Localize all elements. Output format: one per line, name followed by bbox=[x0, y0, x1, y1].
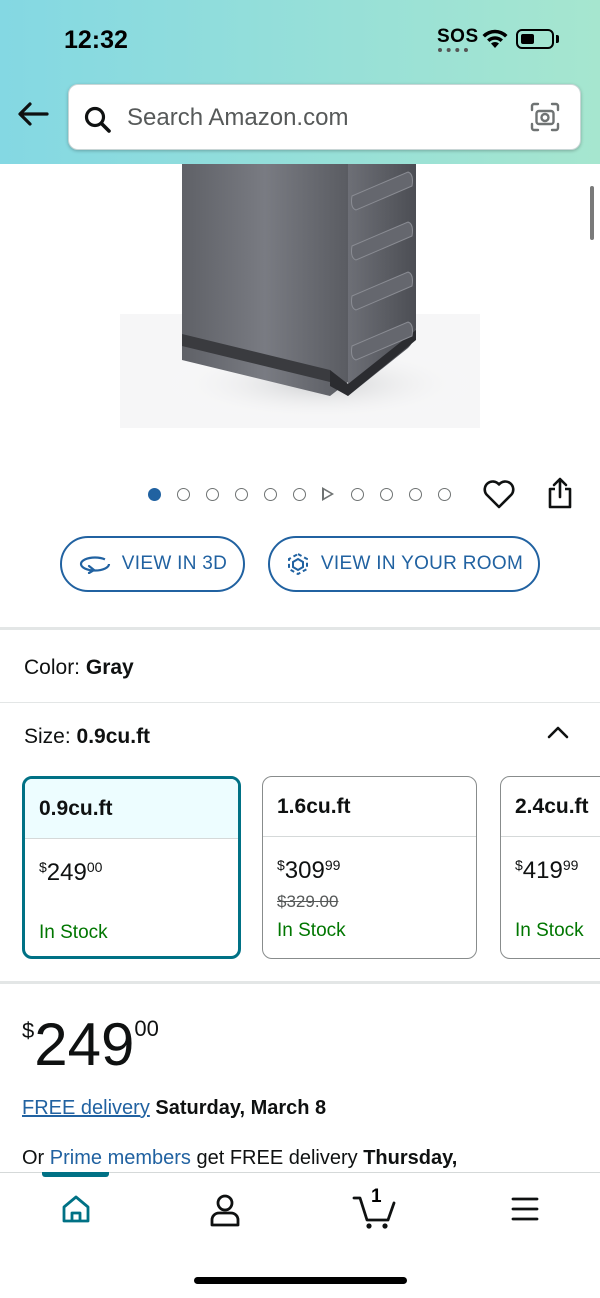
size-option-0-9cuft[interactable]: 0.9cu.ft $24900 In Stock bbox=[22, 776, 241, 959]
header: 12:32 SOS Search Amazon.com bbox=[0, 0, 600, 164]
carousel-dot[interactable] bbox=[148, 487, 161, 501]
view-in-3d-label: VIEW IN 3D bbox=[121, 553, 228, 574]
carousel-dot[interactable] bbox=[264, 487, 277, 501]
sos-dots bbox=[438, 48, 468, 52]
free-delivery-link[interactable]: FREE delivery bbox=[22, 1097, 150, 1119]
divider bbox=[0, 702, 600, 703]
image-carousel-dots[interactable] bbox=[148, 487, 467, 501]
stock-status: In Stock bbox=[277, 920, 346, 941]
size-selector-header[interactable]: Size: 0.9cu.ft bbox=[24, 725, 150, 749]
size-option-price: $30999 bbox=[277, 857, 341, 884]
carousel-dot[interactable] bbox=[351, 487, 364, 501]
carousel-dot[interactable] bbox=[177, 487, 190, 501]
search-icon bbox=[83, 105, 113, 140]
size-option-name: 2.4cu.ft bbox=[501, 777, 600, 837]
size-label: Size: bbox=[24, 725, 71, 748]
size-option-2-4cuft[interactable]: 2.4cu.ft $41999 In Stock bbox=[500, 776, 600, 959]
size-value: 0.9cu.ft bbox=[76, 725, 151, 748]
color-value: Gray bbox=[85, 656, 134, 679]
nav-active-indicator bbox=[42, 1172, 109, 1177]
color-selector: Color: Gray bbox=[24, 656, 134, 680]
product-image[interactable] bbox=[120, 164, 480, 428]
carousel-dot[interactable] bbox=[206, 487, 219, 501]
share-icon[interactable] bbox=[546, 476, 574, 515]
section-divider bbox=[0, 627, 600, 630]
view-in-your-room-label: VIEW IN YOUR ROOM bbox=[320, 553, 524, 574]
product-price: $24900 bbox=[22, 1011, 159, 1078]
home-indicator[interactable] bbox=[194, 1277, 407, 1284]
cart-count-badge: 1 bbox=[371, 1186, 382, 1207]
list-price: $329.00 bbox=[277, 892, 339, 911]
color-label: Color: bbox=[24, 656, 81, 679]
chevron-up-icon[interactable] bbox=[546, 724, 570, 745]
sos-indicator: SOS bbox=[437, 26, 479, 47]
size-option-price: $41999 bbox=[515, 857, 579, 884]
video-play-icon[interactable] bbox=[322, 487, 334, 501]
carousel-dot[interactable] bbox=[235, 487, 248, 501]
prime-delivery-info: Or Prime members get FREE delivery Thurs… bbox=[22, 1147, 458, 1169]
battery-icon bbox=[516, 29, 554, 49]
battery-tip bbox=[556, 35, 559, 43]
carousel-dot[interactable] bbox=[293, 487, 306, 501]
status-time: 12:32 bbox=[64, 26, 128, 54]
menu-icon[interactable] bbox=[510, 1192, 540, 1231]
stock-status: In Stock bbox=[39, 922, 108, 943]
size-option-name: 1.6cu.ft bbox=[263, 777, 476, 837]
carousel-dot[interactable] bbox=[438, 487, 451, 501]
size-option-1-6cuft[interactable]: 1.6cu.ft $30999 $329.00 In Stock bbox=[262, 776, 477, 959]
rotate-3d-icon bbox=[79, 556, 110, 574]
section-divider bbox=[0, 981, 600, 984]
ar-cube-icon bbox=[287, 552, 308, 576]
account-icon[interactable] bbox=[208, 1192, 242, 1233]
stock-status: In Stock bbox=[515, 920, 584, 941]
heart-icon[interactable] bbox=[482, 478, 516, 515]
back-arrow-icon[interactable] bbox=[16, 100, 50, 133]
scrollbar[interactable] bbox=[590, 186, 594, 240]
wifi-icon bbox=[480, 26, 510, 55]
view-in-your-room-button[interactable]: VIEW IN YOUR ROOM bbox=[268, 536, 540, 592]
size-option-price: $24900 bbox=[39, 859, 103, 886]
delivery-info: FREE delivery Saturday, March 8 bbox=[22, 1097, 326, 1120]
carousel-dot[interactable] bbox=[409, 487, 422, 501]
size-option-name: 0.9cu.ft bbox=[25, 779, 238, 839]
delivery-date: Saturday, March 8 bbox=[155, 1097, 327, 1119]
search-placeholder: Search Amazon.com bbox=[127, 104, 349, 131]
view-in-3d-button[interactable]: VIEW IN 3D bbox=[60, 536, 245, 592]
home-icon[interactable] bbox=[60, 1192, 92, 1231]
carousel-dot[interactable] bbox=[380, 487, 393, 501]
camera-search-icon[interactable] bbox=[529, 101, 561, 138]
prime-members-link[interactable]: Prime members bbox=[50, 1147, 191, 1169]
search-input[interactable]: Search Amazon.com bbox=[68, 84, 581, 150]
